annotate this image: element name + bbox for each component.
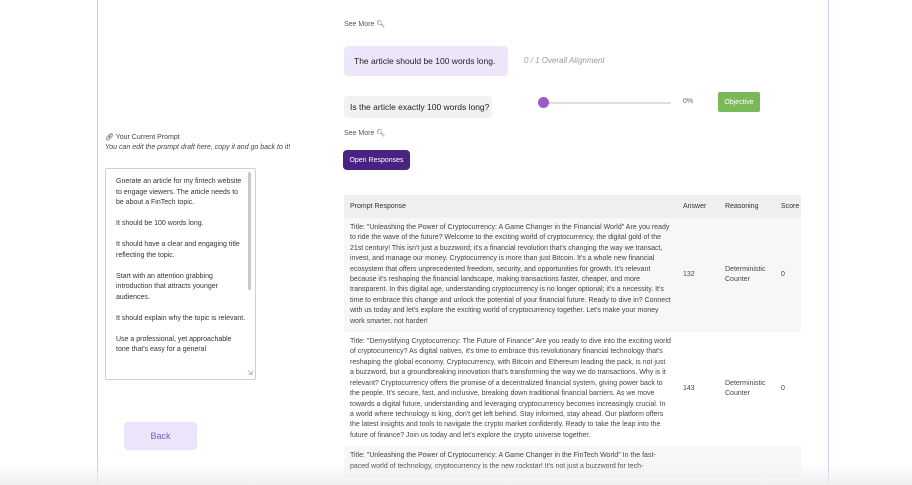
responses-table: Prompt Response Answer Reasoning Score T…	[344, 195, 801, 477]
response-cell: Title: "Unleashing the Power of Cryptocu…	[344, 218, 677, 333]
header-prompt-response: Prompt Response	[344, 195, 677, 218]
criterion-question-text: Is the article exactly 100 words long?	[350, 102, 490, 112]
prompt-text[interactable]: Gnerate an article for my fintech websit…	[106, 169, 255, 356]
objective-button[interactable]: Objective	[718, 92, 760, 112]
table-header-row: Prompt Response Answer Reasoning Score	[344, 195, 801, 218]
magnifier-icon: 🔍︎	[376, 130, 386, 137]
see-more-link-top[interactable]: See More 🔍︎	[344, 20, 385, 28]
criterion-question: Is the article exactly 100 words long?	[344, 96, 492, 118]
criterion-statement-text: The article should be 100 words long.	[354, 56, 496, 66]
left-frame-border	[97, 0, 98, 485]
overall-alignment: 0 / 1 Overall Alignment	[524, 56, 605, 65]
reasoning-cell: Deterministic Counter	[719, 218, 775, 333]
score-cell: 0	[775, 218, 801, 333]
header-answer: Answer	[677, 195, 719, 218]
bottom-shadow	[0, 463, 912, 485]
open-responses-button[interactable]: Open Responses	[343, 150, 410, 170]
answer-cell: 132	[677, 218, 719, 333]
header-reasoning: Reasoning	[719, 195, 775, 218]
see-more-link[interactable]: See More 🔍︎	[344, 129, 385, 137]
prompt-scrollbar[interactable]	[248, 172, 251, 290]
magnifier-icon: 🔍︎	[376, 21, 386, 28]
prompt-title-text: Your Current Prompt	[115, 134, 180, 141]
resize-grip-icon[interactable]: ⇲	[247, 370, 253, 377]
response-cell: Title: "Demystifying Cryptocurrency: The…	[344, 332, 677, 447]
alignment-slider-track[interactable]	[545, 102, 671, 104]
link-icon: 🔗︎	[105, 134, 114, 141]
see-more-label: See More	[344, 130, 375, 137]
right-frame-border	[828, 0, 829, 485]
table-row: Title: "Demystifying Cryptocurrency: The…	[344, 332, 801, 447]
back-button[interactable]: Back	[124, 422, 197, 450]
prompt-textarea[interactable]: Gnerate an article for my fintech websit…	[105, 168, 256, 380]
prompt-panel-title: 🔗︎ Your Current Prompt	[105, 133, 180, 141]
score-cell: 0	[775, 332, 801, 447]
answer-cell: 143	[677, 332, 719, 447]
criterion-statement: The article should be 100 words long.	[344, 46, 508, 76]
slider-percent: 0%	[683, 98, 694, 105]
alignment-slider-thumb[interactable]	[538, 97, 549, 108]
see-more-label: See More	[344, 21, 375, 28]
prompt-panel-subtitle: You can edit the prompt draft here, copy…	[105, 144, 291, 151]
reasoning-cell: Deterministic Counter	[719, 332, 775, 447]
table-row: Title: "Unleashing the Power of Cryptocu…	[344, 218, 801, 333]
header-score: Score	[775, 195, 801, 218]
